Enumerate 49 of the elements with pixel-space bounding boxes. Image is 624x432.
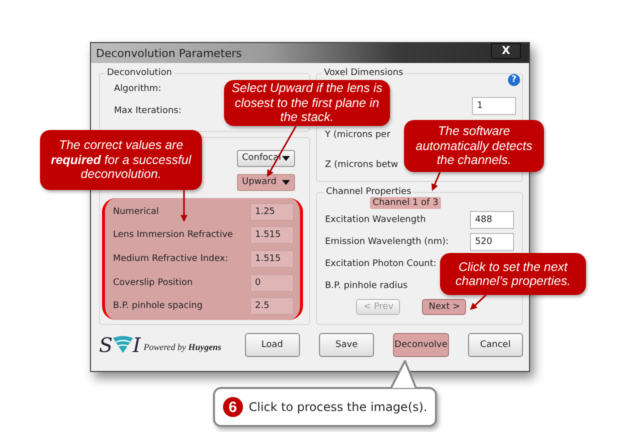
group-title: Voxel Dimensions: [322, 68, 404, 78]
nav-button[interactable]: Next >: [422, 299, 466, 315]
dialog-button[interactable]: Save: [318, 333, 374, 357]
callout-text: The software automatically detects the channels.: [414, 124, 534, 168]
pointer-arrow: [432, 172, 441, 191]
powered-by-text: Powered by Huygens: [144, 342, 222, 352]
callout-text: Select Upward if the lens is closest to the first plane in the stack.: [230, 81, 384, 125]
input-field[interactable]: 488: [470, 211, 514, 229]
field-label: Emission Wavelength (nm):: [324, 237, 449, 247]
field-label: Z (microns betw: [324, 160, 398, 170]
input-field[interactable]: 0: [250, 274, 294, 292]
input-field[interactable]: 1.515: [250, 226, 294, 244]
field-label: B.P. pinhole radius: [324, 281, 408, 291]
logo-icon: [112, 336, 133, 353]
dialog-button[interactable]: Deconvolve: [393, 333, 449, 357]
logo-letter: I: [132, 336, 141, 354]
dialog-button[interactable]: Cancel: [468, 333, 524, 357]
field-label: B.P. pinhole spacing: [113, 301, 203, 312]
help-icon[interactable]: ?: [508, 74, 520, 86]
window-title: Deconvolution Parameters: [96, 46, 242, 60]
input-field[interactable]: 1.515: [250, 250, 294, 268]
group-title: Channel Properties: [324, 187, 412, 197]
close-button[interactable]: X: [491, 43, 521, 59]
pointer-arrow: [180, 190, 188, 222]
pointer-arrow: [470, 294, 487, 310]
callout-text: The correct values are required for a successful deconvolution.: [50, 138, 192, 182]
callout-text: Click to process the image(s).: [248, 400, 428, 414]
field-label: Numerical: [113, 206, 159, 217]
field-label: Algorithm:: [114, 84, 162, 94]
caret-icon: [282, 180, 290, 184]
input-field[interactable]: 520: [470, 233, 514, 251]
logo-letter: S: [99, 336, 113, 354]
caret-icon: [282, 156, 290, 160]
field-label: Lens Immersion Refractive: [113, 230, 233, 240]
field-label: Excitation Wavelength: [324, 215, 426, 225]
field-label: Medium Refractive Index:: [113, 254, 228, 264]
dialog-button[interactable]: Load: [244, 333, 300, 357]
input-field[interactable]: 2.5: [250, 297, 294, 316]
field-label: Y (microns per: [324, 130, 390, 140]
field-label: Max Iterations:: [114, 106, 182, 116]
field-label: Coverslip Position: [113, 278, 193, 288]
field-label: Excitation Photon Count:: [324, 259, 436, 269]
channel-indicator: Channel 1 of 3: [370, 197, 442, 209]
callout-text: Click to set the next channel’s properties.: [454, 260, 572, 288]
input-field[interactable]: 1: [472, 97, 516, 115]
group-title: Deconvolution: [106, 68, 173, 78]
dropdown[interactable]: Upward: [236, 174, 295, 190]
step-number: 6: [222, 397, 243, 417]
input-field[interactable]: 1.25: [250, 202, 294, 221]
